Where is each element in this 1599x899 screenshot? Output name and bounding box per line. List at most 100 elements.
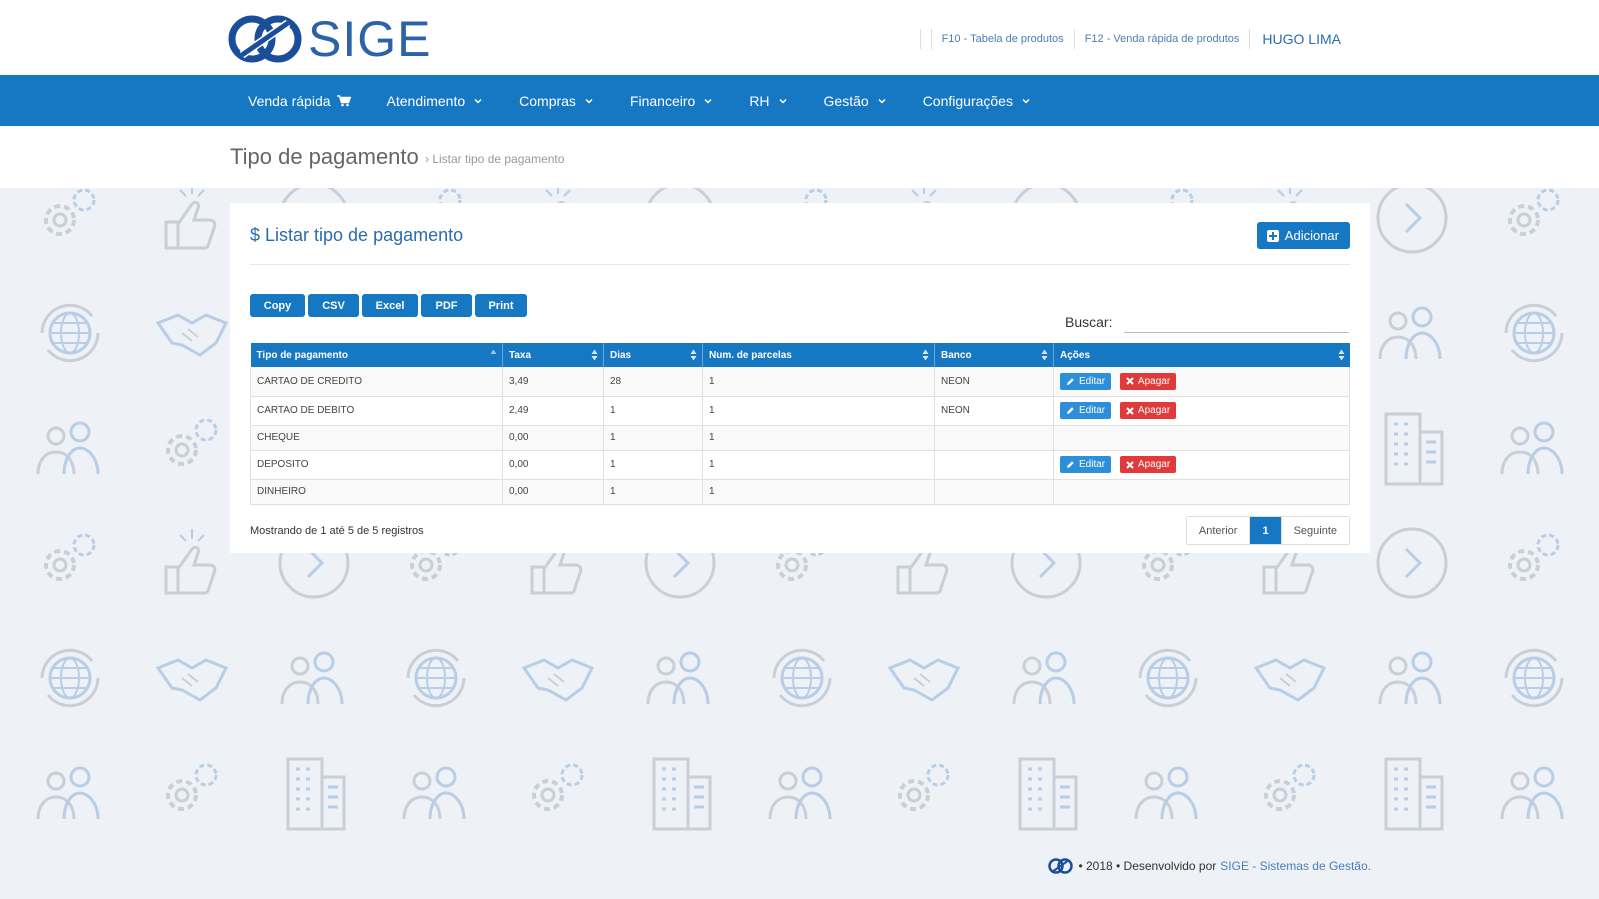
column-header-label: Banco	[941, 349, 972, 361]
nav-item-rh[interactable]: RH	[731, 75, 805, 126]
page-title: Tipo de pagamento	[230, 144, 419, 169]
people-pattern-icon	[1378, 306, 1442, 360]
cell-parcelas: 1	[702, 479, 935, 505]
divider	[919, 29, 921, 49]
search-input[interactable]	[1124, 311, 1350, 333]
people-pattern-icon	[280, 651, 344, 705]
nav-item-configuracoes[interactable]: Configurações	[905, 75, 1049, 126]
delete-button[interactable]: Apagar	[1119, 456, 1177, 473]
cell-acoes: Editar Apagar	[1053, 450, 1350, 480]
user-menu[interactable]: HUGO LIMA	[1262, 31, 1341, 47]
gear-pattern-icon	[44, 188, 96, 236]
pagination-next[interactable]: Seguinte	[1280, 517, 1349, 544]
add-button-label: Adicionar	[1284, 228, 1339, 243]
cell-parcelas: 1	[702, 450, 935, 480]
sige-logo-icon	[1048, 858, 1074, 874]
hands-pattern-icon	[155, 658, 229, 702]
cell-parcelas: 1	[702, 396, 935, 426]
logo[interactable]: SIGE	[228, 14, 431, 64]
cell-tipo: DEPOSITO	[250, 450, 503, 480]
chevron-down-icon	[585, 98, 593, 104]
delete-button-label: Apagar	[1137, 375, 1171, 387]
building-pattern-icon	[652, 757, 712, 831]
edit-button[interactable]: Editar	[1060, 402, 1112, 419]
print-button[interactable]: Print	[475, 294, 527, 317]
nav-item-gestao[interactable]: Gestão	[806, 75, 905, 126]
delete-button-label: Apagar	[1137, 459, 1171, 470]
sort-icon	[1041, 349, 1048, 361]
edit-button[interactable]: Editar	[1060, 456, 1112, 473]
sort-icon	[922, 349, 929, 361]
column-header-dias[interactable]: Dias	[603, 343, 703, 367]
column-header-label: Dias	[610, 349, 632, 361]
globe-pattern-icon	[40, 648, 100, 708]
nav-item-compras[interactable]: Compras	[501, 75, 612, 126]
cell-banco: NEON	[934, 396, 1054, 426]
thumb-pattern-icon	[164, 529, 217, 595]
table-row: DINHEIRO 0,00 1 1	[250, 479, 1350, 505]
cell-dias: 28	[603, 367, 703, 397]
footer-link[interactable]: SIGE - Sistemas de Gestão.	[1220, 859, 1371, 873]
edit-button[interactable]: Editar	[1060, 372, 1112, 390]
people-pattern-icon	[1012, 651, 1076, 705]
globe-pattern-icon	[772, 648, 832, 708]
nav-item-venda-rapida[interactable]: Venda rápida	[230, 75, 369, 126]
delete-button[interactable]: Apagar	[1119, 372, 1177, 390]
copy-button[interactable]: Copy	[250, 294, 305, 317]
payment-types-table: Tipo de pagamento Taxa Dias Num. de parc…	[250, 343, 1350, 505]
thumb-pattern-icon	[164, 188, 217, 250]
cell-acoes	[1053, 425, 1350, 451]
cart-icon	[336, 94, 351, 106]
nav-item-label: Atendimento	[386, 92, 466, 109]
delete-button[interactable]: Apagar	[1119, 402, 1177, 419]
edit-button-label: Editar	[1079, 405, 1106, 416]
brand-name: SIGE	[308, 11, 432, 67]
hands-pattern-icon	[521, 658, 595, 702]
pencil-icon	[1067, 378, 1074, 385]
column-header-acoes[interactable]: Ações	[1053, 343, 1350, 367]
excel-button[interactable]: Excel	[362, 294, 418, 317]
export-buttons: Copy CSV Excel PDF Print	[250, 294, 527, 317]
footer-text: • 2018 • Desenvolvido por	[1078, 859, 1217, 873]
main-navbar: Venda rápida Atendimento Compras Finance…	[0, 75, 1599, 126]
globe-pattern-icon	[1504, 648, 1564, 708]
nav-item-financeiro[interactable]: Financeiro	[612, 75, 731, 126]
building-pattern-icon	[286, 757, 346, 831]
globe-pattern-icon	[406, 648, 466, 708]
list-card: $ Listar tipo de pagamento Adicionar Cop…	[230, 203, 1370, 553]
gear-pattern-icon	[1264, 763, 1316, 811]
column-header-label: Tipo de pagamento	[256, 349, 349, 361]
column-header-tipo[interactable]: Tipo de pagamento	[250, 343, 503, 367]
pdf-button[interactable]: PDF	[421, 294, 472, 317]
column-header-banco[interactable]: Banco	[934, 343, 1054, 367]
column-header-parcelas[interactable]: Num. de parcelas	[702, 343, 935, 367]
column-header-taxa[interactable]: Taxa	[502, 343, 604, 367]
close-icon	[1126, 377, 1134, 385]
pagination-previous[interactable]: Anterior	[1186, 517, 1250, 544]
hands-pattern-icon	[887, 658, 961, 702]
people-pattern-icon	[1134, 766, 1198, 820]
divider	[1073, 29, 1075, 49]
pagination-current-page[interactable]: 1	[1249, 517, 1281, 544]
building-pattern-icon	[1384, 412, 1444, 486]
nav-item-label: RH	[749, 92, 770, 109]
page-header: Tipo de pagamento › Listar tipo de pagam…	[0, 126, 1599, 188]
sort-icon	[690, 349, 697, 361]
f10-product-table-link[interactable]: F10 - Tabela de produtos	[942, 33, 1064, 45]
gear-pattern-icon	[166, 418, 218, 466]
gear-pattern-icon	[532, 763, 584, 811]
footer: • 2018 • Desenvolvido por SIGE - Sistema…	[1048, 858, 1371, 874]
people-pattern-icon	[768, 766, 832, 820]
arrow-pattern-icon	[1376, 188, 1448, 254]
f12-quick-sale-link[interactable]: F12 - Venda rápida de produtos	[1085, 33, 1240, 45]
people-pattern-icon	[36, 421, 100, 475]
edit-button-label: Editar	[1079, 375, 1106, 387]
chevron-down-icon	[704, 98, 712, 104]
cell-taxa: 3,49	[502, 367, 604, 397]
table-row: CHEQUE 0,00 1 1	[250, 425, 1350, 451]
add-button[interactable]: Adicionar	[1256, 222, 1350, 249]
nav-item-atendimento[interactable]: Atendimento	[369, 75, 502, 126]
csv-button[interactable]: CSV	[308, 294, 359, 317]
column-header-label: Num. de parcelas	[709, 349, 792, 361]
close-icon	[1126, 406, 1134, 415]
